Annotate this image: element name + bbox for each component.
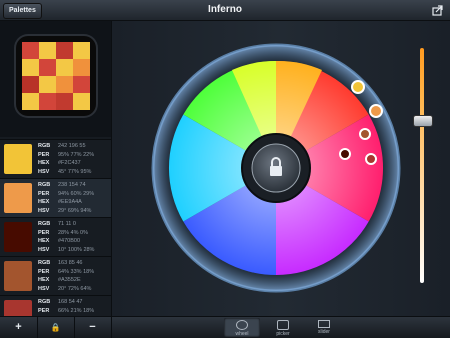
rgb-value: 242 196 55 bbox=[58, 143, 86, 149]
preview-cell bbox=[56, 42, 73, 59]
color-row[interactable]: RGB PER HEX HSV 71 11 0 28% 4% 0% #470B00 10° 1… bbox=[0, 217, 111, 257]
color-wheel-canvas bbox=[151, 43, 401, 293]
color-value-labels: RGB PER HEX HSV bbox=[38, 181, 50, 215]
per-value: 94% 60% 29% bbox=[58, 190, 95, 197]
wheel-icon bbox=[236, 320, 248, 330]
hsv-label: HSV bbox=[38, 285, 50, 292]
color-row[interactable]: RGB PER HEX HSV 242 196 55 95% 77% 22% #F2C437… bbox=[0, 139, 111, 179]
rgb-label: RGB bbox=[38, 260, 51, 266]
share-icon[interactable] bbox=[432, 4, 444, 16]
rgb-label: RGB bbox=[38, 221, 51, 227]
color-value-labels: RGB PER HEX HSV bbox=[38, 220, 50, 254]
preview-cell bbox=[73, 93, 90, 110]
per-value: 28% 4% 0% bbox=[58, 229, 88, 236]
color-swatch[interactable] bbox=[4, 183, 32, 213]
hsv-label: HSV bbox=[38, 168, 50, 175]
hex-label: HEX bbox=[38, 160, 50, 166]
preview-cell bbox=[22, 76, 39, 93]
rgb-label: RGB bbox=[38, 299, 51, 305]
hsv-value: 20° 72% 64% bbox=[58, 285, 92, 292]
hex-value: #A3552E bbox=[58, 277, 81, 283]
color-values: 168 54 47 66% 21% 18% bbox=[58, 298, 94, 315]
tab-wheel-label: wheel bbox=[235, 331, 249, 337]
per-label: PER bbox=[38, 190, 50, 197]
per-value: 95% 77% 22% bbox=[58, 151, 95, 158]
tab-picker[interactable]: picker bbox=[265, 318, 301, 337]
color-swatch[interactable] bbox=[4, 222, 32, 252]
color-row[interactable]: RGB PER HEX HSV 163 85 46 64% 33% 18% #A3552E 2… bbox=[0, 256, 111, 296]
preview-cell bbox=[22, 93, 39, 110]
hsv-value: 29° 69% 94% bbox=[58, 207, 92, 214]
preview-cell bbox=[22, 42, 39, 59]
add-color-button[interactable]: + bbox=[0, 317, 38, 338]
lock-color-button[interactable]: 🔒 bbox=[37, 317, 75, 338]
palette-preview-grid bbox=[22, 42, 90, 110]
rgb-label: RGB bbox=[38, 143, 51, 149]
per-value: 64% 33% 18% bbox=[58, 268, 95, 275]
color-marker-4[interactable] bbox=[339, 148, 351, 160]
hex-value: #EE9A4A bbox=[58, 199, 82, 205]
hex-label: HEX bbox=[38, 238, 50, 244]
preview-cell bbox=[73, 76, 90, 93]
slider-icon bbox=[318, 320, 330, 328]
rgb-label: RGB bbox=[38, 182, 51, 188]
rgb-value: 71 11 0 bbox=[58, 221, 76, 227]
hsv-label: HSV bbox=[38, 207, 50, 214]
top-bar: Palettes Inferno bbox=[0, 0, 450, 21]
remove-color-button[interactable]: − bbox=[74, 317, 112, 338]
rgb-value: 163 85 46 bbox=[58, 260, 83, 266]
preview-cell bbox=[56, 59, 73, 76]
rgb-value: 238 154 74 bbox=[58, 182, 86, 188]
palette-preview[interactable] bbox=[16, 36, 96, 116]
brightness-slider-track[interactable] bbox=[420, 48, 424, 283]
color-swatch[interactable] bbox=[4, 144, 32, 174]
palette-sidebar: RGB PER HEX HSV 242 196 55 95% 77% 22% #F2C437… bbox=[0, 21, 112, 335]
preview-cell bbox=[39, 93, 56, 110]
tab-wheel[interactable]: wheel bbox=[224, 318, 260, 337]
picker-icon bbox=[277, 320, 289, 330]
hsv-label: HSV bbox=[38, 246, 50, 253]
preview-cell bbox=[73, 42, 90, 59]
hex-value: #470B00 bbox=[58, 238, 81, 244]
color-values: 71 11 0 28% 4% 0% #470B00 10° 100% 28% bbox=[58, 220, 94, 254]
color-marker-5[interactable] bbox=[365, 153, 377, 165]
per-label: PER bbox=[38, 268, 50, 275]
hex-value: #F2C437 bbox=[58, 160, 81, 166]
preview-cell bbox=[22, 59, 39, 76]
page-title: Inferno bbox=[208, 4, 242, 15]
color-values: 163 85 46 64% 33% 18% #A3552E 20° 72% 64% bbox=[58, 259, 94, 293]
hex-label: HEX bbox=[38, 277, 50, 283]
color-marker-2[interactable] bbox=[369, 104, 383, 118]
preview-cell bbox=[39, 42, 56, 59]
preview-cell bbox=[39, 76, 56, 93]
hex-label: HEX bbox=[38, 199, 50, 205]
preview-cell bbox=[73, 59, 90, 76]
color-value-labels: RGB PER HEX HSV bbox=[38, 142, 50, 176]
tab-slider[interactable]: slider bbox=[306, 318, 342, 337]
tab-slider-label: slider bbox=[318, 329, 330, 335]
color-value-labels: RGB PER HEX HSV bbox=[38, 259, 50, 293]
color-values: 238 154 74 94% 60% 29% #EE9A4A 29° 69% 94% bbox=[58, 181, 94, 215]
color-swatch[interactable] bbox=[4, 261, 32, 291]
preview-cell bbox=[56, 76, 73, 93]
bottom-toolbar: + 🔒 − wheel picker slider bbox=[0, 316, 450, 338]
rgb-value: 168 54 47 bbox=[58, 299, 83, 305]
brightness-slider-thumb[interactable] bbox=[413, 115, 433, 127]
hsv-value: 10° 100% 28% bbox=[58, 246, 95, 253]
per-label: PER bbox=[38, 307, 50, 314]
per-label: PER bbox=[38, 229, 50, 236]
hsv-value: 45° 77% 95% bbox=[58, 168, 92, 175]
preview-cell bbox=[39, 59, 56, 76]
color-marker-1[interactable] bbox=[351, 80, 365, 94]
preview-cell bbox=[56, 93, 73, 110]
color-values: 242 196 55 95% 77% 22% #F2C437 45° 77% 95% bbox=[58, 142, 94, 176]
color-row[interactable]: RGB PER HEX HSV 238 154 74 94% 60% 29% #EE9A4A… bbox=[0, 178, 111, 218]
tab-picker-label: picker bbox=[276, 331, 290, 337]
palette-preview-panel bbox=[0, 21, 111, 137]
per-label: PER bbox=[38, 151, 50, 158]
per-value: 66% 21% 18% bbox=[58, 307, 95, 314]
color-marker-3[interactable] bbox=[359, 128, 371, 140]
